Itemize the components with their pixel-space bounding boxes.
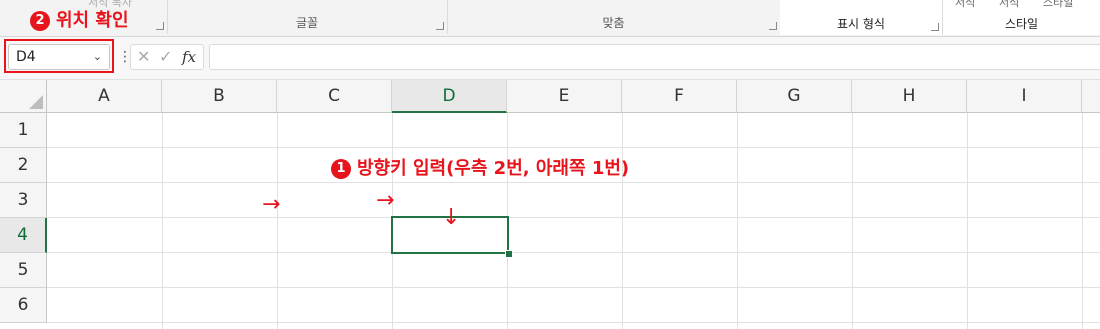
row-header-4[interactable]: 4	[0, 218, 47, 253]
step1-number-badge: 1	[331, 159, 351, 179]
name-box-highlight	[4, 39, 114, 73]
step1-annotation: 1 방향키 입력(우측 2번, 아래쪽 1번)	[331, 154, 629, 180]
font-group-label: 글꼴	[295, 16, 319, 30]
arrow-right-icon: →	[376, 188, 395, 213]
arrow-down-icon: ↓	[442, 205, 461, 230]
row-header-1[interactable]: 1	[0, 113, 47, 148]
column-header-g[interactable]: G	[737, 80, 852, 113]
row-header-2[interactable]: 2	[0, 148, 47, 183]
column-header-a[interactable]: A	[47, 80, 162, 113]
styles-group: 서식 서식 스타일 스타일	[943, 0, 1100, 35]
styles-faded-1[interactable]: 서식	[955, 0, 975, 10]
select-all-button[interactable]	[0, 80, 47, 113]
column-header-f[interactable]: F	[622, 80, 737, 113]
font-launcher-icon[interactable]	[436, 22, 444, 30]
step1-text: 방향키 입력(우측 2번, 아래쪽 1번)	[357, 158, 630, 179]
column-header-d[interactable]: D	[392, 80, 507, 113]
column-header-h[interactable]: H	[852, 80, 967, 113]
styles-faded-3[interactable]: 스타일	[1043, 0, 1073, 10]
alignment-group: 맞춤	[447, 0, 781, 34]
column-header-b[interactable]: B	[162, 80, 277, 113]
number-group-label: 표시 형식	[837, 17, 885, 31]
column-header-e[interactable]: E	[507, 80, 622, 113]
alignment-launcher-icon[interactable]	[769, 22, 777, 30]
column-header-partial[interactable]	[1082, 80, 1100, 113]
formula-buttons: ✕ ✓ fx	[130, 44, 204, 70]
step2-annotation: 2 위치 확인	[30, 6, 129, 32]
ribbon: 서식 복사 글꼴 맞춤 표시 형식 서식 서식 스타일 스타일	[0, 0, 1100, 37]
row-header-6[interactable]: 6	[0, 288, 47, 323]
select-all-triangle-icon	[29, 95, 43, 109]
formula-input[interactable]	[209, 44, 1100, 70]
number-launcher-icon[interactable]	[931, 23, 939, 31]
column-header-i[interactable]: I	[967, 80, 1082, 113]
clipboard-launcher-icon[interactable]	[156, 22, 164, 30]
formula-bar: D4 ⌄ ⋮ ✕ ✓ fx	[0, 37, 1100, 80]
arrow-right-icon: →	[262, 192, 281, 217]
enter-icon[interactable]: ✓	[159, 47, 172, 66]
step2-number-badge: 2	[30, 11, 50, 31]
insert-function-icon[interactable]: fx	[182, 48, 196, 66]
fill-handle[interactable]	[505, 250, 513, 258]
font-group: 글꼴	[167, 0, 448, 34]
row-header-5[interactable]: 5	[0, 253, 47, 288]
column-header-c[interactable]: C	[277, 80, 392, 113]
cancel-icon[interactable]: ✕	[137, 47, 150, 66]
styles-faded-2[interactable]: 서식	[999, 0, 1019, 10]
styles-group-label: 스타일	[1004, 17, 1039, 31]
alignment-group-label: 맞춤	[602, 16, 625, 30]
row-header-3[interactable]: 3	[0, 183, 47, 218]
number-group: 표시 형식	[780, 0, 943, 35]
step2-text: 위치 확인	[56, 10, 129, 31]
